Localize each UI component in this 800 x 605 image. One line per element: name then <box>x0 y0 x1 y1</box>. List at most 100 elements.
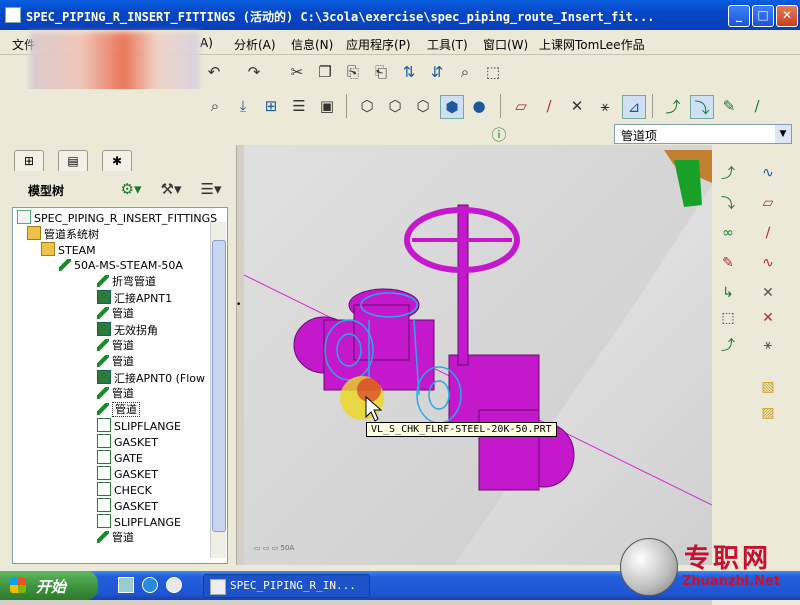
maximize-button[interactable]: □ <box>752 5 774 27</box>
tree-node[interactable]: 管道 <box>97 338 134 354</box>
tree-node-label: 管道 <box>112 307 134 320</box>
browser-icon[interactable] <box>142 577 158 593</box>
tree-node-label: 管道 <box>112 355 134 368</box>
copy-icon[interactable]: ❐ <box>314 61 336 83</box>
axis-icon[interactable]: ∕ <box>758 223 778 243</box>
tree-node[interactable]: 无效拐角 <box>97 322 158 338</box>
regen-manager-icon[interactable]: ⇵ <box>426 61 448 83</box>
tree-node[interactable]: 管道 <box>97 402 140 418</box>
pipe-segment-icon[interactable]: ⤵ <box>690 95 714 119</box>
offset-point-icon[interactable]: ✕ <box>758 308 778 328</box>
tree-node[interactable]: SLIPFLANGE <box>97 418 181 434</box>
redo-icon[interactable]: ↷ <box>243 61 265 83</box>
model-view[interactable]: ▭ ▭ ▭ 50A <box>244 145 712 565</box>
pipe-icon <box>97 355 109 367</box>
saved-view-icon[interactable]: ▣ <box>316 95 338 117</box>
folder-icon <box>41 242 55 256</box>
menu-tools[interactable]: 工具(T) <box>427 36 468 53</box>
tab-favorites[interactable]: ✱ <box>102 150 132 171</box>
find-icon[interactable]: ⌕ <box>454 61 476 83</box>
assemble-icon[interactable]: ▧ <box>758 377 778 397</box>
annotation-icon[interactable]: ⊿ <box>622 95 646 119</box>
tree-node[interactable]: 汇接APNT1 <box>97 290 172 306</box>
no-hidden-icon[interactable]: ⬡ <box>412 95 434 117</box>
menu-applications[interactable]: 应用程序(P) <box>346 36 411 53</box>
tree-node[interactable]: 折弯管道 <box>97 274 156 290</box>
tree-node[interactable]: CHECK <box>97 482 152 498</box>
tree-node[interactable]: 管道系统树 <box>27 226 99 242</box>
chevron-down-icon[interactable]: ▼ <box>775 125 791 143</box>
reorient-icon[interactable]: ⤓ <box>232 95 254 117</box>
tree-node[interactable]: GATE <box>97 450 143 466</box>
menu-info[interactable]: 信息(N) <box>291 36 333 53</box>
menu-partial[interactable]: A) <box>200 36 213 50</box>
show-desktop-icon[interactable] <box>118 577 134 593</box>
shading-icon[interactable]: ⬢ <box>440 95 464 119</box>
taskbar-item[interactable]: SPEC_PIPING_R_IN... <box>203 574 370 598</box>
paste-special-icon[interactable]: ⎗ <box>370 61 392 83</box>
menu-analysis[interactable]: 分析(A) <box>234 36 276 53</box>
tab-folder[interactable]: ▤ <box>58 150 88 171</box>
select-box-icon[interactable]: ⬚ <box>482 61 504 83</box>
tree-node[interactable]: SPEC_PIPING_R_INSERT_FITTINGS <box>17 210 217 226</box>
tree-columns-icon[interactable]: ☰▾ <box>194 178 228 200</box>
graphics-viewport[interactable]: ▭ ▭ ▭ 50A <box>244 145 712 565</box>
wireframe-icon[interactable]: ⬡ <box>356 95 378 117</box>
pipe-route-icon[interactable]: ⤴ <box>662 95 684 117</box>
tree-node[interactable]: 管道 <box>97 306 134 322</box>
spec-icon[interactable]: ⓘ <box>488 123 510 145</box>
hidden-line-icon[interactable]: ⬡ <box>384 95 406 117</box>
paste-icon[interactable]: ⎘ <box>342 61 364 83</box>
tree-node[interactable]: 管道 <box>97 354 134 370</box>
tree-node-label: GASKET <box>114 468 158 481</box>
appearance-icon[interactable]: ● <box>468 95 490 117</box>
bend-icon[interactable]: ↳ <box>718 283 738 303</box>
panel-collapse-handle[interactable]: • <box>236 300 241 310</box>
filter-select[interactable]: 管道项 ▼ <box>614 124 792 144</box>
tree-node[interactable]: SLIPFLANGE <box>97 514 181 530</box>
layers-icon[interactable]: ☰ <box>288 95 310 117</box>
tree-node[interactable]: 50A-MS-STEAM-50A <box>59 258 183 274</box>
glasses-icon[interactable]: ∞ <box>718 223 738 243</box>
tree-node[interactable]: 管道 <box>97 386 134 402</box>
tree-node[interactable]: GASKET <box>97 434 158 450</box>
title-bar[interactable]: SPEC_PIPING_R_INSERT_FITTINGS (活动的) C:\3… <box>0 0 800 30</box>
point-icon[interactable]: ✕ <box>758 283 778 303</box>
datum-axis-icon[interactable]: ∕ <box>538 95 560 117</box>
datum-plane-icon[interactable]: ▱ <box>510 95 532 117</box>
datum-point-icon[interactable]: ✕ <box>566 95 588 117</box>
tree-scrollbar[interactable] <box>210 222 226 558</box>
cut-icon[interactable]: ✂ <box>286 61 308 83</box>
tree-node[interactable]: STEAM <box>41 242 96 258</box>
spline-icon[interactable]: ∿ <box>758 163 778 183</box>
quicklaunch-icon[interactable] <box>166 577 182 593</box>
tree-node[interactable]: 管道 <box>97 530 134 546</box>
tree-settings-icon[interactable]: ⚙▾ <box>114 178 148 200</box>
start-button[interactable]: 开始 <box>0 571 98 600</box>
coord-icon[interactable]: ⚹ <box>758 335 778 355</box>
tree-node[interactable]: GASKET <box>97 466 158 482</box>
tree-node[interactable]: GASKET <box>97 498 158 514</box>
tree-node[interactable]: 汇接APNT0 (Flow <box>97 370 205 386</box>
sketch-icon[interactable]: ✎ <box>718 253 738 273</box>
zoom-in-icon[interactable]: ⌕ <box>204 95 226 117</box>
plane-icon[interactable]: ▱ <box>758 193 778 213</box>
undo-icon[interactable]: ↶ <box>203 61 225 83</box>
menu-window[interactable]: 窗口(W) <box>483 36 528 53</box>
minimize-button[interactable]: _ <box>728 5 750 27</box>
dashed-box-icon[interactable]: ⬚ <box>718 308 738 328</box>
curve-icon[interactable]: ∿ <box>758 253 778 273</box>
regenerate-icon[interactable]: ⇅ <box>398 61 420 83</box>
follow-icon[interactable]: ⤵ <box>718 193 738 213</box>
pipe-edit-icon[interactable]: ✎ <box>718 95 740 117</box>
component-icon[interactable]: ▨ <box>758 403 778 423</box>
tree-filters-icon[interactable]: ⚒▾ <box>154 178 188 200</box>
view-manager-icon[interactable]: ⊞ <box>260 95 282 117</box>
route-pipe-icon[interactable]: ⤴ <box>718 163 738 183</box>
coord-sys-icon[interactable]: ⚹ <box>594 95 616 117</box>
scrollbar-thumb[interactable] <box>212 240 226 532</box>
tab-model-tree[interactable]: ⊞ <box>14 150 44 171</box>
insert-fitting-icon[interactable]: ⤴ <box>718 335 738 355</box>
pipe-line-icon[interactable]: ∕ <box>746 95 768 117</box>
close-button[interactable]: ✕ <box>776 5 798 27</box>
